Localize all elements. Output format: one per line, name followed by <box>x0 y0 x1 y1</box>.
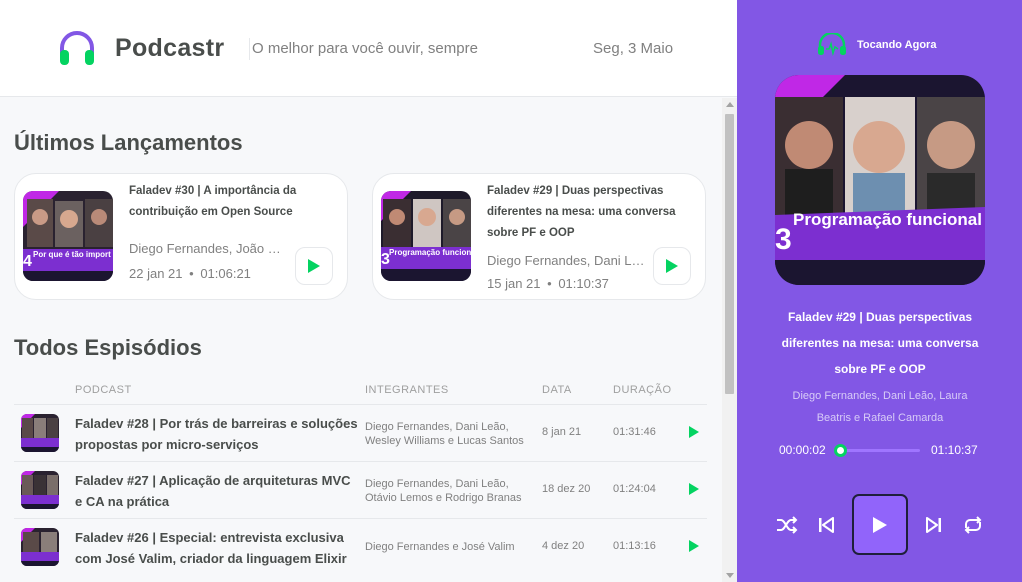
thumbnail-number: 4 <box>23 253 32 270</box>
shuffle-button[interactable] <box>775 513 799 537</box>
header-tagline: O melhor para você ouvir, sempre <box>252 40 478 57</box>
episode-duration: 01:13:16 <box>613 540 656 552</box>
app-logo-text[interactable]: Podcastr <box>115 34 224 63</box>
thumbnail-caption: Por que é tão importante contribuir em O… <box>33 250 111 259</box>
player-panel: Tocando Agora Programação funcional para… <box>737 0 1022 582</box>
current-time: 00:00:02 <box>779 443 826 457</box>
scroll-thumb[interactable] <box>725 114 734 394</box>
table-row: Faladev #26 | Especial: entrevista exclu… <box>14 518 707 575</box>
episode-members: Diego Fernandes, Dani Leão, Wesley Willi… <box>365 421 524 447</box>
play-icon[interactable] <box>688 482 700 496</box>
cover-number: 3 <box>775 223 792 256</box>
episode-thumbnail[interactable] <box>21 471 59 509</box>
thumbnail-caption: Programação funcional para devs orientad… <box>389 248 471 257</box>
total-time: 01:10:37 <box>931 443 978 457</box>
repeat-icon <box>964 516 982 534</box>
episode-date: 8 jan 21 <box>542 426 582 438</box>
column-header-podcast: PODCAST <box>75 384 132 396</box>
latest-episode-card: Programação funcional para devs orientad… <box>372 173 706 300</box>
all-episodes-title: Todos Espisódios <box>14 335 202 360</box>
progress-handle[interactable] <box>833 444 847 457</box>
shuffle-icon <box>777 516 798 534</box>
episode-cover: Programação funcional para devs orientad… <box>775 75 985 285</box>
episode-title[interactable]: Faladev #26 | Especial: entrevista exclu… <box>75 527 360 569</box>
episode-duration: 01:31:46 <box>613 426 656 438</box>
play-icon <box>308 259 320 273</box>
episode-members: Diego Fernandes, Dani Leão, Laura Beatri… <box>487 253 647 268</box>
episode-date: 18 dez 20 <box>542 483 591 495</box>
previous-button[interactable] <box>814 513 838 537</box>
play-icon[interactable] <box>688 539 700 553</box>
episode-date: 22 jan 21 <box>129 266 183 281</box>
main-scrollbar[interactable] <box>722 98 737 582</box>
episode-title[interactable]: Faladev #28 | Por trás de barreiras e so… <box>75 413 360 455</box>
episode-duration: 01:06:21 <box>200 266 251 281</box>
next-button[interactable] <box>922 513 946 537</box>
column-header-members: INTEGRANTES <box>365 384 449 396</box>
episode-thumbnail[interactable]: Por que é tão importante contribuir em O… <box>23 191 113 281</box>
player-header: Tocando Agora <box>817 33 936 57</box>
play-button[interactable] <box>295 247 333 285</box>
episode-members: Diego Fernandes, João Pedro Schmitz <box>129 241 289 256</box>
repeat-button[interactable] <box>961 513 985 537</box>
column-header-date: DATA <box>542 384 572 396</box>
play-icon <box>666 259 678 273</box>
now-playing-label: Tocando Agora <box>857 39 937 51</box>
play-pause-button[interactable] <box>852 494 908 555</box>
play-icon <box>873 516 887 533</box>
main-content: Últimos Lançamentos Por que é tão import… <box>0 98 737 582</box>
thumbnail-number: 3 <box>381 251 390 268</box>
play-icon[interactable] <box>688 425 700 439</box>
meta-separator: • <box>547 276 552 291</box>
header-divider <box>249 38 250 60</box>
app-header: Podcastr O melhor para você ouvir, sempr… <box>0 0 737 97</box>
scroll-up-arrow-icon[interactable] <box>726 102 734 107</box>
progress-slider[interactable] <box>833 444 920 457</box>
skip-previous-icon <box>819 517 834 533</box>
episode-members: Diego Fernandes e José Valim <box>365 541 515 553</box>
episode-date: 15 jan 21 <box>487 276 541 291</box>
meta-separator: • <box>189 266 194 281</box>
episode-thumbnail[interactable] <box>21 528 59 566</box>
episode-title[interactable]: Faladev #30 | A importância da contribui… <box>129 181 319 223</box>
column-header-duration: DURAÇÃO <box>613 384 672 396</box>
cover-caption: Programação funcional para devs orientad… <box>793 211 985 229</box>
scroll-down-arrow-icon[interactable] <box>726 573 734 578</box>
play-button[interactable] <box>653 247 691 285</box>
episode-title[interactable]: Faladev #29 | Duas perspectivas diferent… <box>487 181 677 244</box>
episode-meta: 22 jan 21 • 01:06:21 <box>129 266 251 281</box>
table-row: Faladev #28 | Por trás de barreiras e so… <box>14 404 707 461</box>
headphones-icon <box>60 31 94 65</box>
episode-meta: 15 jan 21 • 01:10:37 <box>487 276 609 291</box>
episode-members: Diego Fernandes, Dani Leão, Otávio Lemos… <box>365 478 522 504</box>
header-date: Seg, 3 Maio <box>593 40 674 57</box>
latest-episode-card: Por que é tão importante contribuir em O… <box>14 173 348 300</box>
episode-thumbnail[interactable] <box>21 414 59 452</box>
episode-duration: 01:24:04 <box>613 483 656 495</box>
episode-date: 4 dez 20 <box>542 540 585 552</box>
headphones-icon <box>818 33 846 56</box>
playing-episode-title: Faladev #29 | Duas perspectivas diferent… <box>781 310 979 376</box>
episode-duration: 01:10:37 <box>558 276 609 291</box>
episode-thumbnail[interactable]: Programação funcional para devs orientad… <box>381 191 471 281</box>
episode-title[interactable]: Faladev #27 | Aplicação de arquiteturas … <box>75 470 360 512</box>
skip-next-icon <box>926 517 941 533</box>
table-row: Faladev #27 | Aplicação de arquiteturas … <box>14 461 707 518</box>
playing-episode-members: Diego Fernandes, Dani Leão, Laura Beatri… <box>792 390 968 424</box>
latest-episodes-title: Últimos Lançamentos <box>14 130 243 155</box>
